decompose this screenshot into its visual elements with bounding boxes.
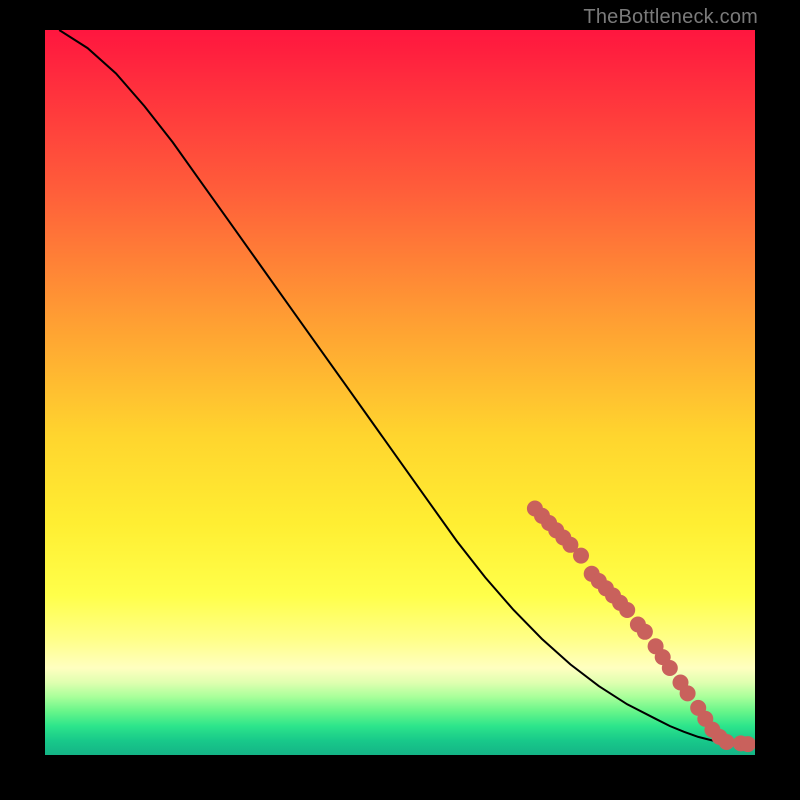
data-marker bbox=[719, 734, 735, 750]
marker-group bbox=[527, 501, 755, 753]
data-marker bbox=[754, 736, 755, 752]
data-marker bbox=[637, 624, 653, 640]
data-marker bbox=[662, 660, 678, 676]
chart-container: TheBottleneck.com bbox=[0, 0, 800, 800]
watermark-text: TheBottleneck.com bbox=[583, 6, 758, 29]
plot-area bbox=[45, 30, 755, 755]
data-marker bbox=[619, 602, 635, 618]
chart-svg bbox=[45, 30, 755, 755]
data-marker bbox=[573, 548, 589, 564]
data-marker bbox=[680, 685, 696, 701]
